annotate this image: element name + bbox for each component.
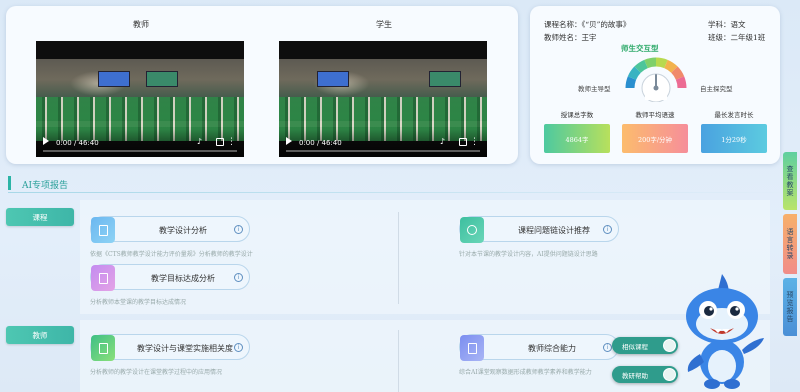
play-icon[interactable] [286, 137, 292, 145]
stat-label-longest: 最长发言时长 [714, 111, 754, 119]
avatar-icon [663, 368, 676, 381]
shark-mascot [686, 274, 764, 389]
classroom-board [146, 71, 178, 87]
classroom-screen [98, 71, 130, 87]
student-video-player[interactable]: 0:00 / 46:40 ♪ ⋮ [279, 41, 487, 157]
gauge-segment [627, 66, 641, 80]
stat-label-speed: 教师平均语速 [635, 111, 675, 119]
calendar-icon [91, 265, 115, 291]
teaching-design-analysis-button[interactable]: 教学设计分析 i [90, 216, 250, 243]
volume-icon[interactable]: ♪ [440, 137, 445, 146]
interaction-gauge [625, 57, 687, 102]
fullscreen-icon[interactable] [216, 138, 224, 146]
info-icon[interactable]: i [234, 225, 243, 234]
gauge-left-label: 教师主导型 [578, 85, 611, 93]
class-name: 班级：二年级1班 [708, 33, 766, 42]
teacher-video-player[interactable]: 0:00 / 46:40 ♪ ⋮ [36, 41, 244, 157]
research-help-button[interactable]: 教研帮助 [612, 366, 678, 383]
gauge-segment [644, 57, 657, 69]
teacher-video-controls: 0:00 / 46:40 ♪ ⋮ [36, 129, 244, 157]
teacher-video-time: 0:00 / 46:40 [56, 139, 99, 147]
info-icon[interactable]: i [603, 225, 612, 234]
video-panel: 教师 学生 0:00 / 46:40 ♪ ⋮ 0:00 / 46:40 ♪ ⋮ [6, 6, 518, 164]
course-name: 课程名称：《“贝”的故事》 [544, 20, 631, 29]
gauge-segment [671, 66, 685, 80]
gauge-segment [625, 76, 637, 89]
chart-icon [460, 335, 484, 361]
more-options-icon[interactable]: ⋮ [227, 138, 236, 147]
student-video-controls: 0:00 / 46:40 ♪ ⋮ [279, 129, 487, 157]
info-icon[interactable]: i [234, 343, 243, 352]
side-tab-speech-transcript[interactable]: 语言转录 [783, 214, 797, 274]
teacher-video-progress[interactable] [43, 150, 237, 152]
fullscreen-icon[interactable] [459, 138, 467, 146]
gauge-right-label: 自主探究型 [700, 85, 733, 93]
section-tag-course: 课程 [6, 208, 74, 226]
student-video-label: 学生 [376, 20, 392, 29]
teacher-video-label: 教师 [133, 20, 149, 29]
ai-report-header: AI专项报告 [8, 173, 786, 193]
gauge-segment [675, 76, 687, 89]
avatar-icon [663, 339, 676, 352]
side-tab-view-lesson-plan[interactable]: 查看教案 [783, 152, 797, 210]
design-implementation-correlation-button[interactable]: 教学设计与课堂实施相关度 i [90, 334, 250, 361]
stat-speech-rate: 200字/分钟 [622, 124, 688, 153]
course-info-panel: 课程名称：《“贝”的故事》 学科：语文 教师姓名：王宇 班级：二年级1班 师生交… [530, 6, 780, 164]
info-icon[interactable]: i [603, 343, 612, 352]
play-icon[interactable] [43, 137, 49, 145]
question-chain-recommend-button[interactable]: 课程问题链设计推荐 i [459, 216, 619, 243]
classroom-screen [317, 71, 349, 87]
volume-icon[interactable]: ♪ [197, 137, 202, 146]
stat-total-words: 4864字 [544, 124, 610, 153]
info-icon[interactable]: i [234, 273, 243, 282]
course-subject: 学科：语文 [708, 20, 746, 29]
similar-courses-button[interactable]: 相似课程 [612, 337, 678, 354]
student-video-progress[interactable] [286, 150, 480, 152]
book-icon [91, 335, 115, 361]
section-tag-teacher: 教师 [6, 326, 74, 344]
student-video-time: 0:00 / 46:40 [299, 139, 342, 147]
more-options-icon[interactable]: ⋮ [470, 138, 479, 147]
gauge-segment [634, 59, 648, 73]
stat-label-words: 授课总字数 [560, 111, 594, 119]
network-icon [460, 217, 484, 243]
gauge-segment [655, 57, 668, 69]
gauge-segment [664, 59, 678, 73]
ai-report-title: AI专项报告 [22, 181, 69, 191]
side-tab-preview-report[interactable]: 预览报告 [783, 278, 797, 336]
goal-achievement-analysis-button[interactable]: 教学目标达成分析 i [90, 264, 250, 291]
stat-longest-speech: 1分29秒 [701, 124, 767, 153]
classroom-board [429, 71, 461, 87]
teacher-name: 教师姓名：王宇 [544, 33, 597, 42]
document-icon [91, 217, 115, 243]
teacher-competency-button[interactable]: 教师综合能力 i [459, 334, 619, 361]
